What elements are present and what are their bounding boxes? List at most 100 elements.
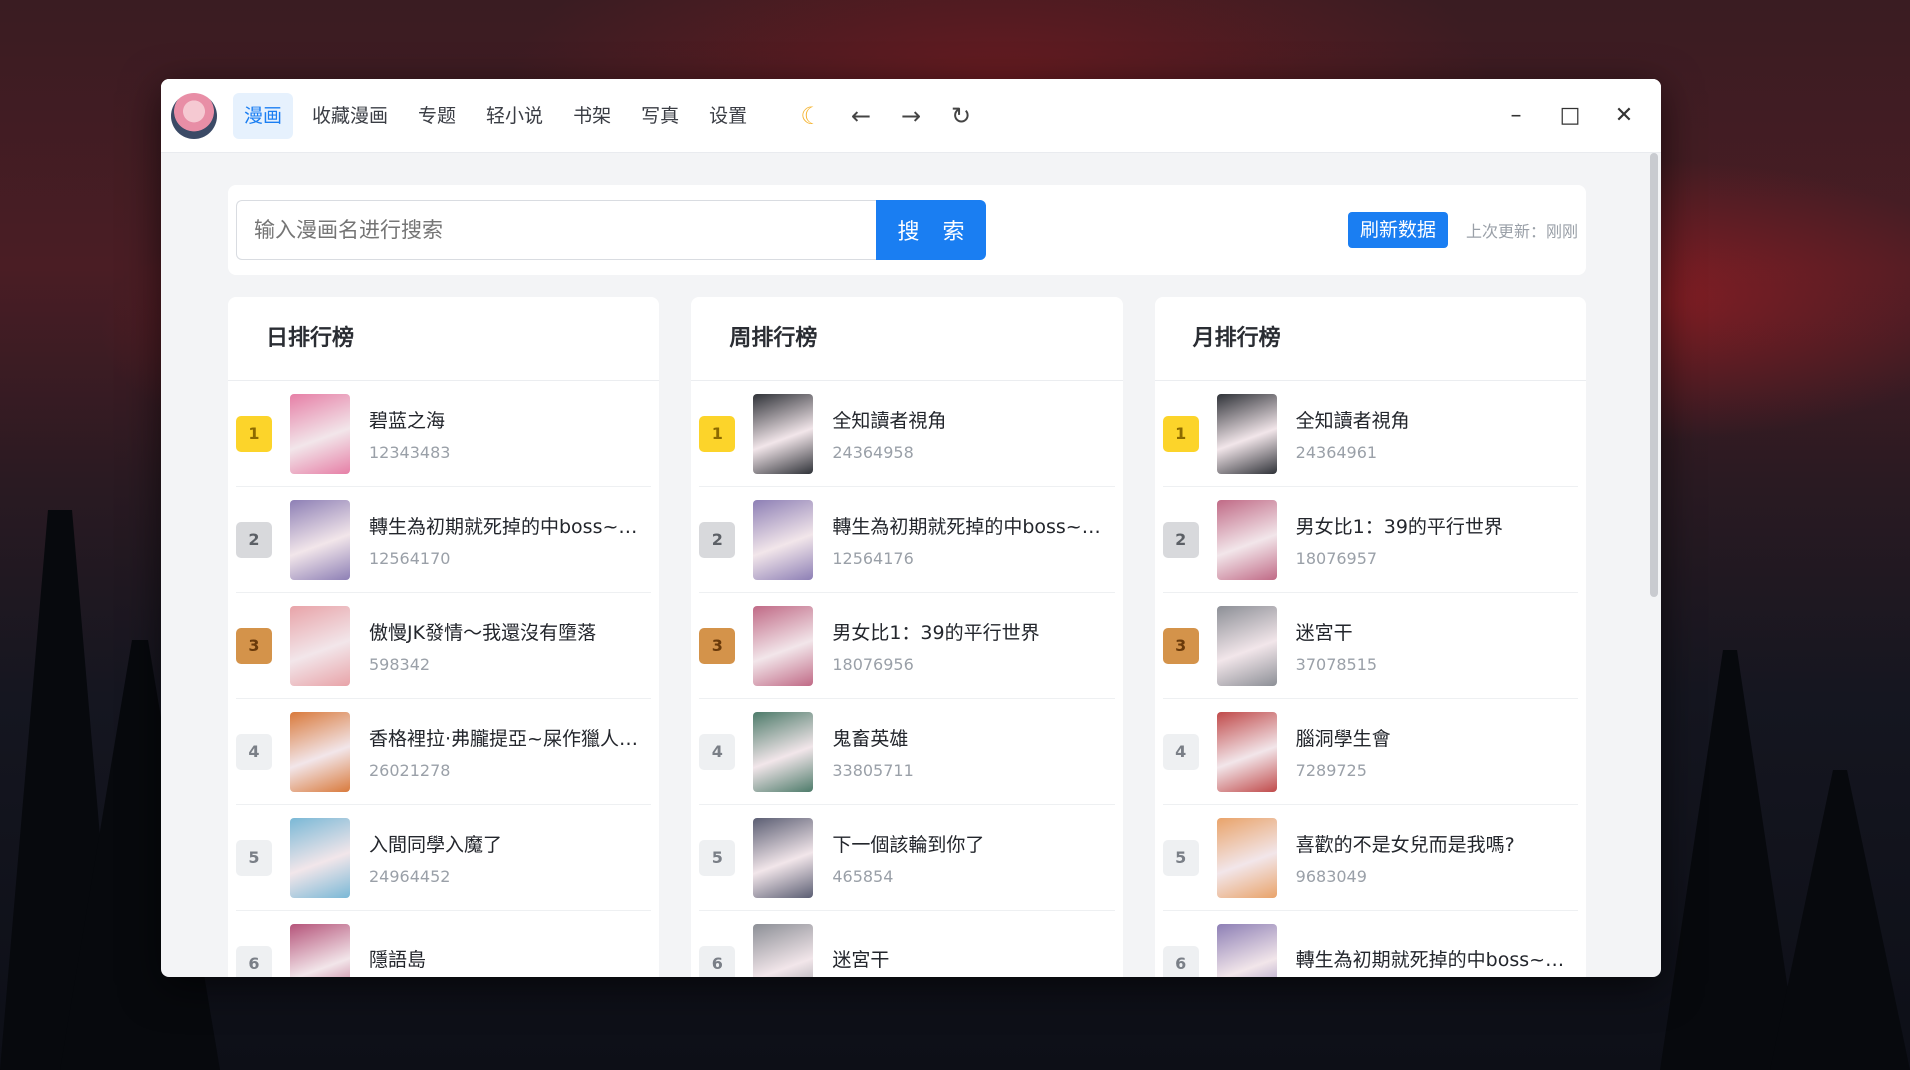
rank-badge: 2 — [699, 521, 736, 558]
comic-cover[interactable] — [753, 817, 814, 898]
rank-badge: 1 — [1162, 415, 1199, 452]
comic-cover[interactable] — [290, 923, 350, 977]
comic-cover[interactable] — [753, 923, 814, 977]
comic-title[interactable]: 碧蓝之海 — [369, 406, 651, 433]
comic-id: 598342 — [369, 654, 431, 674]
comic-title[interactable]: 下一個該輪到你了 — [832, 830, 1114, 857]
comic-title[interactable]: 全知讀者視角 — [832, 406, 1114, 433]
nav-item-settings[interactable]: 设置 — [698, 93, 758, 139]
comic-cover[interactable] — [753, 499, 814, 580]
search-input[interactable] — [236, 200, 876, 260]
list-item[interactable]: 2 轉生為初期就死掉的中boss~將… 12564176 — [699, 487, 1115, 593]
list-item[interactable]: 2 轉生為初期就死掉的中boss~將… 12564170 — [236, 487, 652, 593]
list-item[interactable]: 4 鬼畜英雄 33805711 — [699, 699, 1115, 805]
comic-title[interactable]: 全知讀者視角 — [1296, 406, 1578, 433]
comic-id: 26021278 — [369, 760, 451, 780]
comic-title[interactable]: 男女比1：39的平行世界 — [1296, 512, 1578, 539]
comic-id: 18076957 — [1295, 548, 1378, 568]
comic-id: 12564170 — [369, 548, 451, 568]
comic-cover[interactable] — [1216, 499, 1277, 580]
nav-item-manga[interactable]: 漫画 — [233, 92, 294, 139]
avatar[interactable] — [171, 92, 217, 139]
nav-item-photos[interactable]: 写真 — [630, 93, 690, 139]
nav-item-favorites[interactable]: 收藏漫画 — [301, 93, 399, 139]
comic-title[interactable]: 喜歡的不是女兒而是我嗎? — [1296, 830, 1578, 857]
comic-cover[interactable] — [1216, 817, 1277, 898]
comic-cover[interactable] — [753, 393, 814, 474]
list-item[interactable]: 6 迷宮干 — [699, 911, 1114, 977]
comic-info: 男女比1：39的平行世界 18076957 — [1296, 512, 1578, 568]
comic-info: 迷宮干 37078515 — [1296, 618, 1578, 674]
comic-info: 香格裡拉·弗朧提亞~屎作獵人… 26021278 — [369, 724, 651, 780]
list-item[interactable]: 1 全知讀者視角 24364958 — [699, 381, 1115, 487]
comic-id: 37078515 — [1295, 654, 1378, 674]
comic-cover[interactable] — [290, 393, 350, 474]
list-item[interactable]: 5 入間同學入魔了 24964452 — [236, 805, 652, 911]
comic-info: 傲慢JK發情～我還沒有墮落 598342 — [369, 618, 651, 674]
rank-badge: 4 — [1162, 733, 1199, 770]
list-item[interactable]: 2 男女比1：39的平行世界 18076957 — [1162, 487, 1578, 593]
comic-id: 24364958 — [832, 442, 914, 462]
rank-badge: 5 — [1162, 839, 1199, 876]
close-icon[interactable]: ✕ — [1597, 93, 1651, 139]
list-item[interactable]: 6 隱語島 — [236, 911, 651, 977]
comic-title[interactable]: 轉生為初期就死掉的中boss~將… — [832, 512, 1114, 539]
rank-badge: 6 — [236, 945, 272, 977]
refresh-icon[interactable]: ↻ — [936, 93, 986, 139]
comic-info: 轉生為初期就死掉的中boss~將… 12564170 — [369, 512, 651, 568]
search-button[interactable]: 搜 索 — [876, 200, 986, 260]
list-item[interactable]: 3 男女比1：39的平行世界 18076956 — [699, 593, 1115, 699]
comic-title[interactable]: 傲慢JK發情～我還沒有墮落 — [369, 618, 651, 645]
comic-title[interactable]: 鬼畜英雄 — [832, 724, 1114, 751]
comic-title[interactable]: 迷宮干 — [1296, 618, 1578, 645]
comic-title[interactable]: 迷宮干 — [832, 945, 1114, 972]
rank-badge: 2 — [1162, 521, 1199, 558]
arrow-right-icon[interactable]: → — [886, 93, 936, 139]
minimize-icon[interactable]: – — [1489, 93, 1543, 139]
maximize-icon[interactable]: □ — [1543, 93, 1597, 139]
comic-title[interactable]: 香格裡拉·弗朧提亞~屎作獵人… — [369, 724, 651, 751]
comic-title[interactable]: 轉生為初期就死掉的中boss~將… — [369, 512, 651, 539]
ranking-panel-monthly: 月排行榜 1 全知讀者視角 24364961 2 男女比1：39的平行世界 1807695… — [1154, 297, 1586, 977]
scrollbar[interactable] — [1650, 153, 1658, 597]
comic-title[interactable]: 隱語島 — [369, 945, 651, 972]
search-card: 搜 索 刷新数据 上次更新：刚刚 — [228, 185, 1586, 275]
comic-cover[interactable] — [290, 605, 350, 686]
rank-list: 1 全知讀者視角 24364958 2 轉生為初期就死掉的中boss~將… 1256417… — [691, 381, 1122, 977]
comic-title[interactable]: 入間同學入魔了 — [369, 830, 651, 857]
comic-cover[interactable] — [290, 817, 350, 898]
rank-badge: 5 — [236, 839, 272, 876]
comic-title[interactable]: 男女比1：39的平行世界 — [832, 618, 1114, 645]
moon-icon[interactable]: ☾ — [786, 93, 836, 139]
comic-cover[interactable] — [290, 499, 350, 580]
list-item[interactable]: 5 下一個該輪到你了 465854 — [699, 805, 1115, 911]
arrow-left-icon[interactable]: ← — [836, 93, 886, 139]
comic-cover[interactable] — [753, 605, 814, 686]
list-item[interactable]: 4 香格裡拉·弗朧提亞~屎作獵人… 26021278 — [236, 699, 652, 805]
list-item[interactable]: 5 喜歡的不是女兒而是我嗎? 9683049 — [1162, 805, 1578, 911]
list-item[interactable]: 3 傲慢JK發情～我還沒有墮落 598342 — [236, 593, 652, 699]
comic-title[interactable]: 腦洞學生會 — [1296, 724, 1578, 751]
ranking-panel-daily: 日排行榜 1 碧蓝之海 12343483 2 轉生為初期就死掉的中boss~將… 1256… — [228, 297, 660, 977]
ranking-panel-weekly: 周排行榜 1 全知讀者視角 24364958 2 轉生為初期就死掉的中boss~將… 12… — [691, 297, 1123, 977]
list-item[interactable]: 1 全知讀者視角 24364961 — [1162, 381, 1578, 487]
nav-item-bookshelf[interactable]: 书架 — [562, 93, 622, 139]
comic-info: 入間同學入魔了 24964452 — [369, 830, 651, 886]
nav-item-topics[interactable]: 专题 — [407, 93, 467, 139]
list-item[interactable]: 3 迷宮干 37078515 — [1162, 593, 1578, 699]
background-tree — [1770, 770, 1910, 1070]
comic-cover[interactable] — [1216, 605, 1277, 686]
comic-cover[interactable] — [1216, 393, 1277, 474]
list-item[interactable]: 6 轉生為初期就死掉的中boss~將… — [1162, 911, 1578, 977]
comic-cover[interactable] — [1216, 711, 1277, 792]
list-item[interactable]: 4 腦洞學生會 7289725 — [1162, 699, 1578, 805]
comic-cover[interactable] — [753, 711, 814, 792]
comic-cover[interactable] — [1216, 923, 1277, 977]
comic-title[interactable]: 轉生為初期就死掉的中boss~將… — [1296, 945, 1578, 972]
list-item[interactable]: 1 碧蓝之海 12343483 — [236, 381, 652, 487]
comic-cover[interactable] — [290, 711, 350, 792]
refresh-data-button[interactable]: 刷新数据 — [1347, 212, 1448, 248]
nav-item-light-novel[interactable]: 轻小说 — [475, 93, 554, 139]
comic-info: 全知讀者視角 24364961 — [1296, 406, 1578, 462]
toolbar: ☾ ← → ↻ — [786, 93, 986, 139]
